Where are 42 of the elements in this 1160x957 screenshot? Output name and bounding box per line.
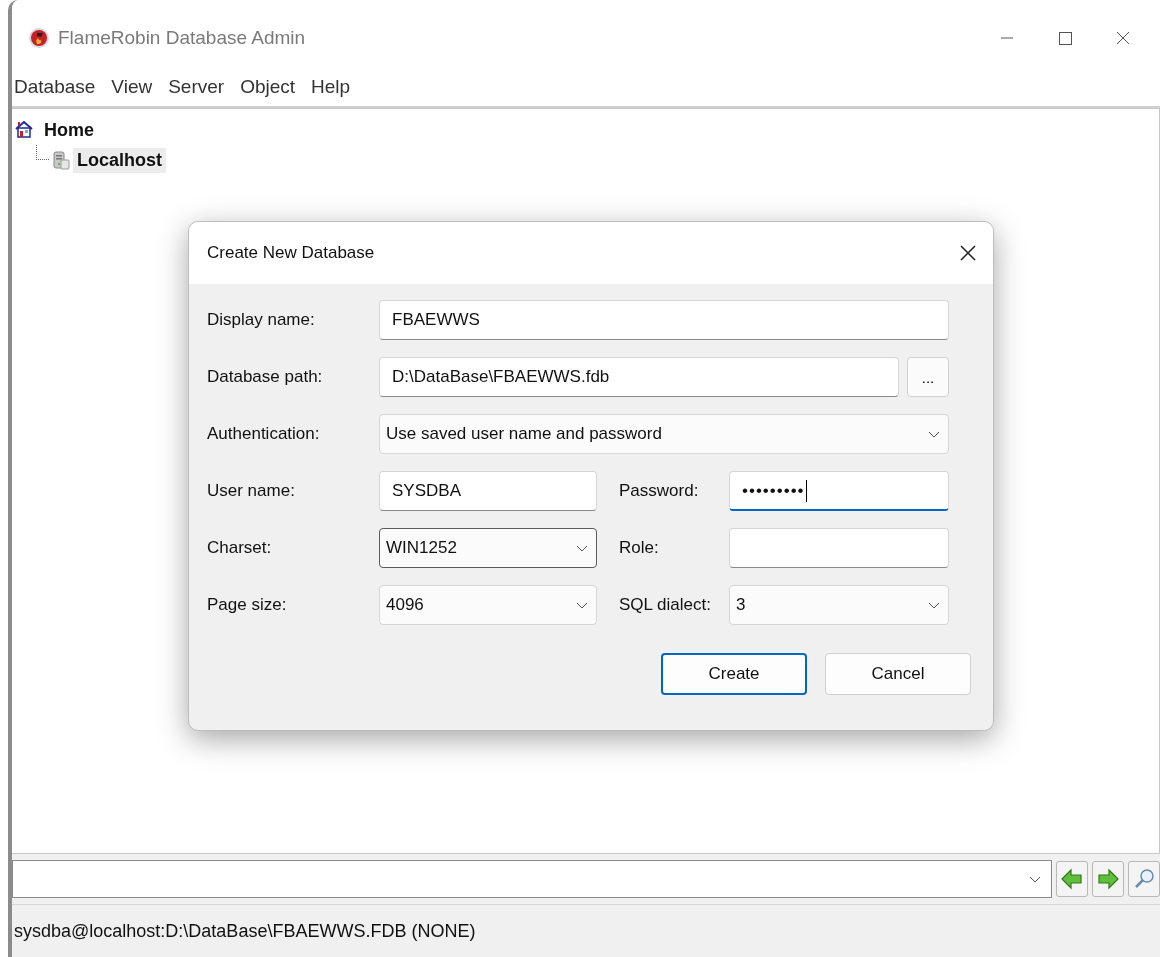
window-title: FlameRobin Database Admin [58, 27, 306, 49]
menu-item[interactable]: Database [14, 76, 96, 98]
input-field[interactable] [729, 528, 949, 568]
dropdown[interactable]: WIN1252 [379, 528, 597, 568]
field-label: Password: [618, 481, 700, 501]
dropdown[interactable]: Use saved user name and password [379, 414, 949, 454]
status-text: sysdba@localhost:D:\DataBase\FBAEWWS.FDB (NONE) [14, 920, 476, 942]
tree-connector [36, 145, 49, 160]
search-icon[interactable] [1128, 861, 1160, 897]
tree-item[interactable]: Home [40, 117, 98, 143]
chevron-down-icon [1029, 875, 1041, 883]
dialog-title: Create New Database [207, 243, 375, 263]
menu-item[interactable]: Help [311, 76, 351, 98]
browse-button[interactable]: ... [907, 357, 949, 397]
chevron-down-icon [576, 544, 588, 552]
menu-item[interactable]: Object [240, 76, 296, 98]
app-logo-icon [28, 27, 50, 49]
input-field[interactable]: D:\DataBase\FBAEWWS.fdb [379, 357, 899, 397]
field-label: SQL dialect: [618, 595, 712, 615]
input-field[interactable]: SYSDBA [379, 471, 597, 511]
dropdown[interactable]: 4096 [379, 585, 597, 625]
field-label: Page size: [207, 595, 288, 615]
dialog-button[interactable]: Cancel [825, 653, 971, 695]
menu-item[interactable]: View [111, 76, 153, 98]
chevron-down-icon [928, 430, 940, 438]
server-icon [51, 150, 71, 170]
dialog-button[interactable]: Create [661, 653, 807, 695]
chevron-down-icon [576, 601, 588, 609]
close-icon[interactable] [959, 244, 977, 262]
field-label: Role: [618, 538, 660, 558]
command-dropdown[interactable] [12, 860, 1052, 898]
field-label: Display name: [207, 310, 316, 330]
input-field[interactable]: FBAEWWS [379, 300, 949, 340]
chevron-down-icon [928, 601, 940, 609]
field-label: Authentication: [207, 424, 321, 444]
field-label: Charset: [207, 538, 273, 558]
tree-item[interactable]: Localhost [73, 147, 166, 173]
dropdown[interactable]: 3 [729, 585, 949, 625]
password-field[interactable]: ••••••••• [729, 471, 949, 511]
field-label: Database path: [207, 367, 324, 387]
menu-item[interactable]: Server [168, 76, 225, 98]
field-label: User name: [207, 481, 296, 501]
